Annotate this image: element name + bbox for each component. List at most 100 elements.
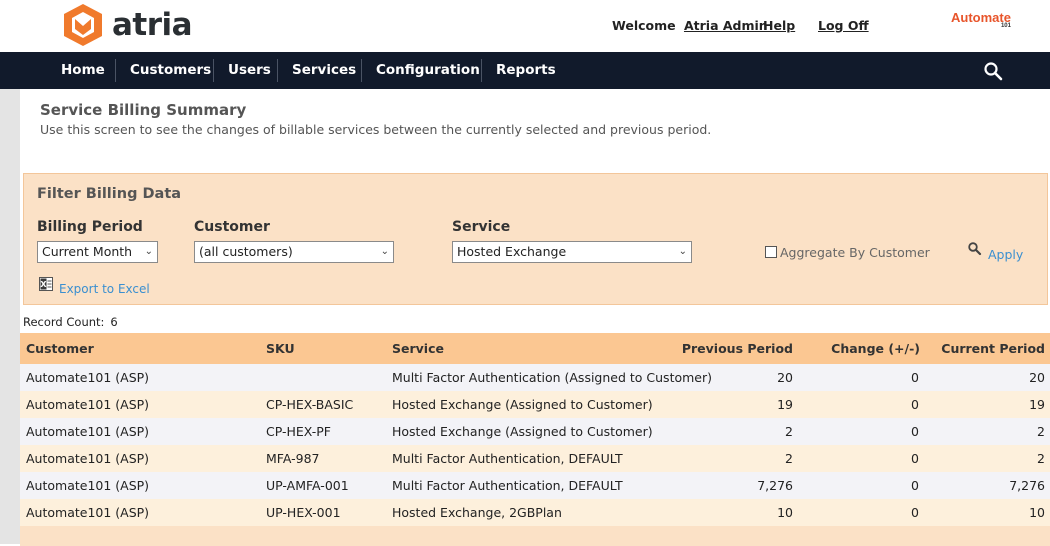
cell-customer: Automate101 (ASP) xyxy=(26,370,150,385)
aggregate-label: Aggregate By Customer xyxy=(780,245,930,260)
col-sku[interactable]: SKU xyxy=(266,333,295,364)
customer-select[interactable]: (all customers) ⌄ xyxy=(194,241,394,263)
cell-sku: UP-HEX-001 xyxy=(266,505,341,520)
cell-change: 0 xyxy=(911,424,919,439)
cell-service: Multi Factor Authentication (Assigned to… xyxy=(392,370,712,385)
nav-configuration[interactable]: Configuration xyxy=(376,52,480,89)
nav-divider xyxy=(115,59,116,82)
cell-change: 0 xyxy=(911,370,919,385)
cell-service: Multi Factor Authentication, DEFAULT xyxy=(392,451,623,466)
cell-customer: Automate101 (ASP) xyxy=(26,424,150,439)
page-description: Use this screen to see the changes of bi… xyxy=(40,122,712,137)
apply-button[interactable]: Apply xyxy=(988,247,1023,262)
apply-search-icon[interactable] xyxy=(967,241,983,257)
cell-service: Hosted Exchange (Assigned to Customer) xyxy=(392,397,653,412)
table-header: Customer SKU Service Previous Period Cha… xyxy=(20,333,1050,364)
cell-customer: Automate101 (ASP) xyxy=(26,397,150,412)
cell-current-period: 19 xyxy=(1029,397,1045,412)
col-customer[interactable]: Customer xyxy=(26,333,94,364)
cell-previous-period: 2 xyxy=(785,451,793,466)
brand-sub: 101 xyxy=(1000,23,1011,29)
cell-change: 0 xyxy=(911,505,919,520)
table-row[interactable]: Automate101 (ASP) CP-HEX-BASIC Hosted Ex… xyxy=(20,391,1050,418)
aggregate-checkbox[interactable] xyxy=(765,246,777,258)
service-label: Service xyxy=(452,219,511,235)
table-row[interactable]: Automate101 (ASP) MFA-987 Multi Factor A… xyxy=(20,445,1050,472)
cell-previous-period: 2 xyxy=(785,424,793,439)
table-row[interactable]: Automate101 (ASP) UP-AMFA-001 Multi Fact… xyxy=(20,472,1050,499)
svg-text:X: X xyxy=(40,280,47,289)
customer-label: Customer xyxy=(194,219,270,235)
table-row[interactable]: Automate101 (ASP) CP-HEX-PF Hosted Excha… xyxy=(20,418,1050,445)
cell-service: Hosted Exchange, 2GBPlan xyxy=(392,505,562,520)
nav-customers[interactable]: Customers xyxy=(130,52,211,89)
nav-divider xyxy=(361,59,362,82)
cell-service: Multi Factor Authentication, DEFAULT xyxy=(392,478,623,493)
cell-sku: CP-HEX-BASIC xyxy=(266,397,354,412)
cell-previous-period: 20 xyxy=(777,370,793,385)
service-value: Hosted Exchange xyxy=(457,244,567,259)
cell-change: 0 xyxy=(911,478,919,493)
nav-users[interactable]: Users xyxy=(228,52,271,89)
excel-icon[interactable]: X xyxy=(39,277,53,291)
cell-previous-period: 10 xyxy=(777,505,793,520)
nav-divider xyxy=(481,59,482,82)
help-link[interactable]: Help xyxy=(763,18,795,33)
cell-sku: CP-HEX-PF xyxy=(266,424,331,439)
nav-home[interactable]: Home xyxy=(61,52,105,89)
record-count-value: 6 xyxy=(110,315,118,329)
record-count: Record Count: 6 xyxy=(23,315,118,329)
left-gutter xyxy=(0,89,20,544)
chevron-down-icon: ⌄ xyxy=(380,246,389,257)
cell-previous-period: 19 xyxy=(777,397,793,412)
billing-period-select[interactable]: Current Month ⌄ xyxy=(37,241,158,263)
cell-current-period: 7,276 xyxy=(1009,478,1045,493)
service-select[interactable]: Hosted Exchange ⌄ xyxy=(452,241,692,263)
col-change[interactable]: Change (+/-) xyxy=(831,333,920,364)
cell-sku: UP-AMFA-001 xyxy=(266,478,349,493)
cell-customer: Automate101 (ASP) xyxy=(26,505,150,520)
cell-current-period: 2 xyxy=(1037,451,1045,466)
log-off-link[interactable]: Log Off xyxy=(818,18,869,33)
app-logo[interactable]: atria xyxy=(60,2,193,48)
table-row[interactable]: Automate101 (ASP) UP-HEX-001 Hosted Exch… xyxy=(20,499,1050,526)
col-current-period[interactable]: Current Period xyxy=(941,333,1045,364)
chevron-down-icon: ⌄ xyxy=(678,246,687,257)
nav-services[interactable]: Services xyxy=(292,52,356,89)
cell-change: 0 xyxy=(911,451,919,466)
cell-current-period: 20 xyxy=(1029,370,1045,385)
customer-value: (all customers) xyxy=(199,244,293,259)
main-nav: Home Customers Users Services Configurat… xyxy=(0,52,1050,89)
nav-divider xyxy=(277,59,278,82)
cell-customer: Automate101 (ASP) xyxy=(26,478,150,493)
automate101-brand: Automate 101 xyxy=(951,10,1011,29)
nav-reports[interactable]: Reports xyxy=(496,52,556,89)
export-to-excel-link[interactable]: Export to Excel xyxy=(59,282,150,296)
welcome-prefix: Welcome xyxy=(612,18,676,33)
app-name: atria xyxy=(112,7,193,43)
top-header: atria Welcome Atria Admin Help Log Off A… xyxy=(0,0,1050,52)
cell-change: 0 xyxy=(911,397,919,412)
page-title: Service Billing Summary xyxy=(40,101,247,119)
col-previous-period[interactable]: Previous Period xyxy=(682,333,793,364)
atria-logo-icon xyxy=(64,4,102,46)
cell-previous-period: 7,276 xyxy=(757,478,793,493)
filter-panel: Filter Billing Data Billing Period Curre… xyxy=(23,173,1048,305)
table-row[interactable]: Automate101 (ASP) Multi Factor Authentic… xyxy=(20,364,1050,391)
user-name-link[interactable]: Atria Admin xyxy=(684,18,768,33)
cell-current-period: 2 xyxy=(1037,424,1045,439)
billing-period-value: Current Month xyxy=(42,244,133,259)
cell-customer: Automate101 (ASP) xyxy=(26,451,150,466)
cell-service: Hosted Exchange (Assigned to Customer) xyxy=(392,424,653,439)
billing-table: Customer SKU Service Previous Period Cha… xyxy=(20,333,1050,546)
cell-sku: MFA-987 xyxy=(266,451,320,466)
filter-title: Filter Billing Data xyxy=(37,186,182,202)
record-count-label: Record Count: xyxy=(23,315,105,329)
search-icon[interactable] xyxy=(983,61,1003,81)
col-service[interactable]: Service xyxy=(392,333,444,364)
nav-divider xyxy=(213,59,214,82)
cell-current-period: 10 xyxy=(1029,505,1045,520)
table-footer xyxy=(20,526,1050,546)
welcome-text: Welcome Atria Admin xyxy=(612,18,768,33)
billing-period-label: Billing Period xyxy=(37,219,143,235)
